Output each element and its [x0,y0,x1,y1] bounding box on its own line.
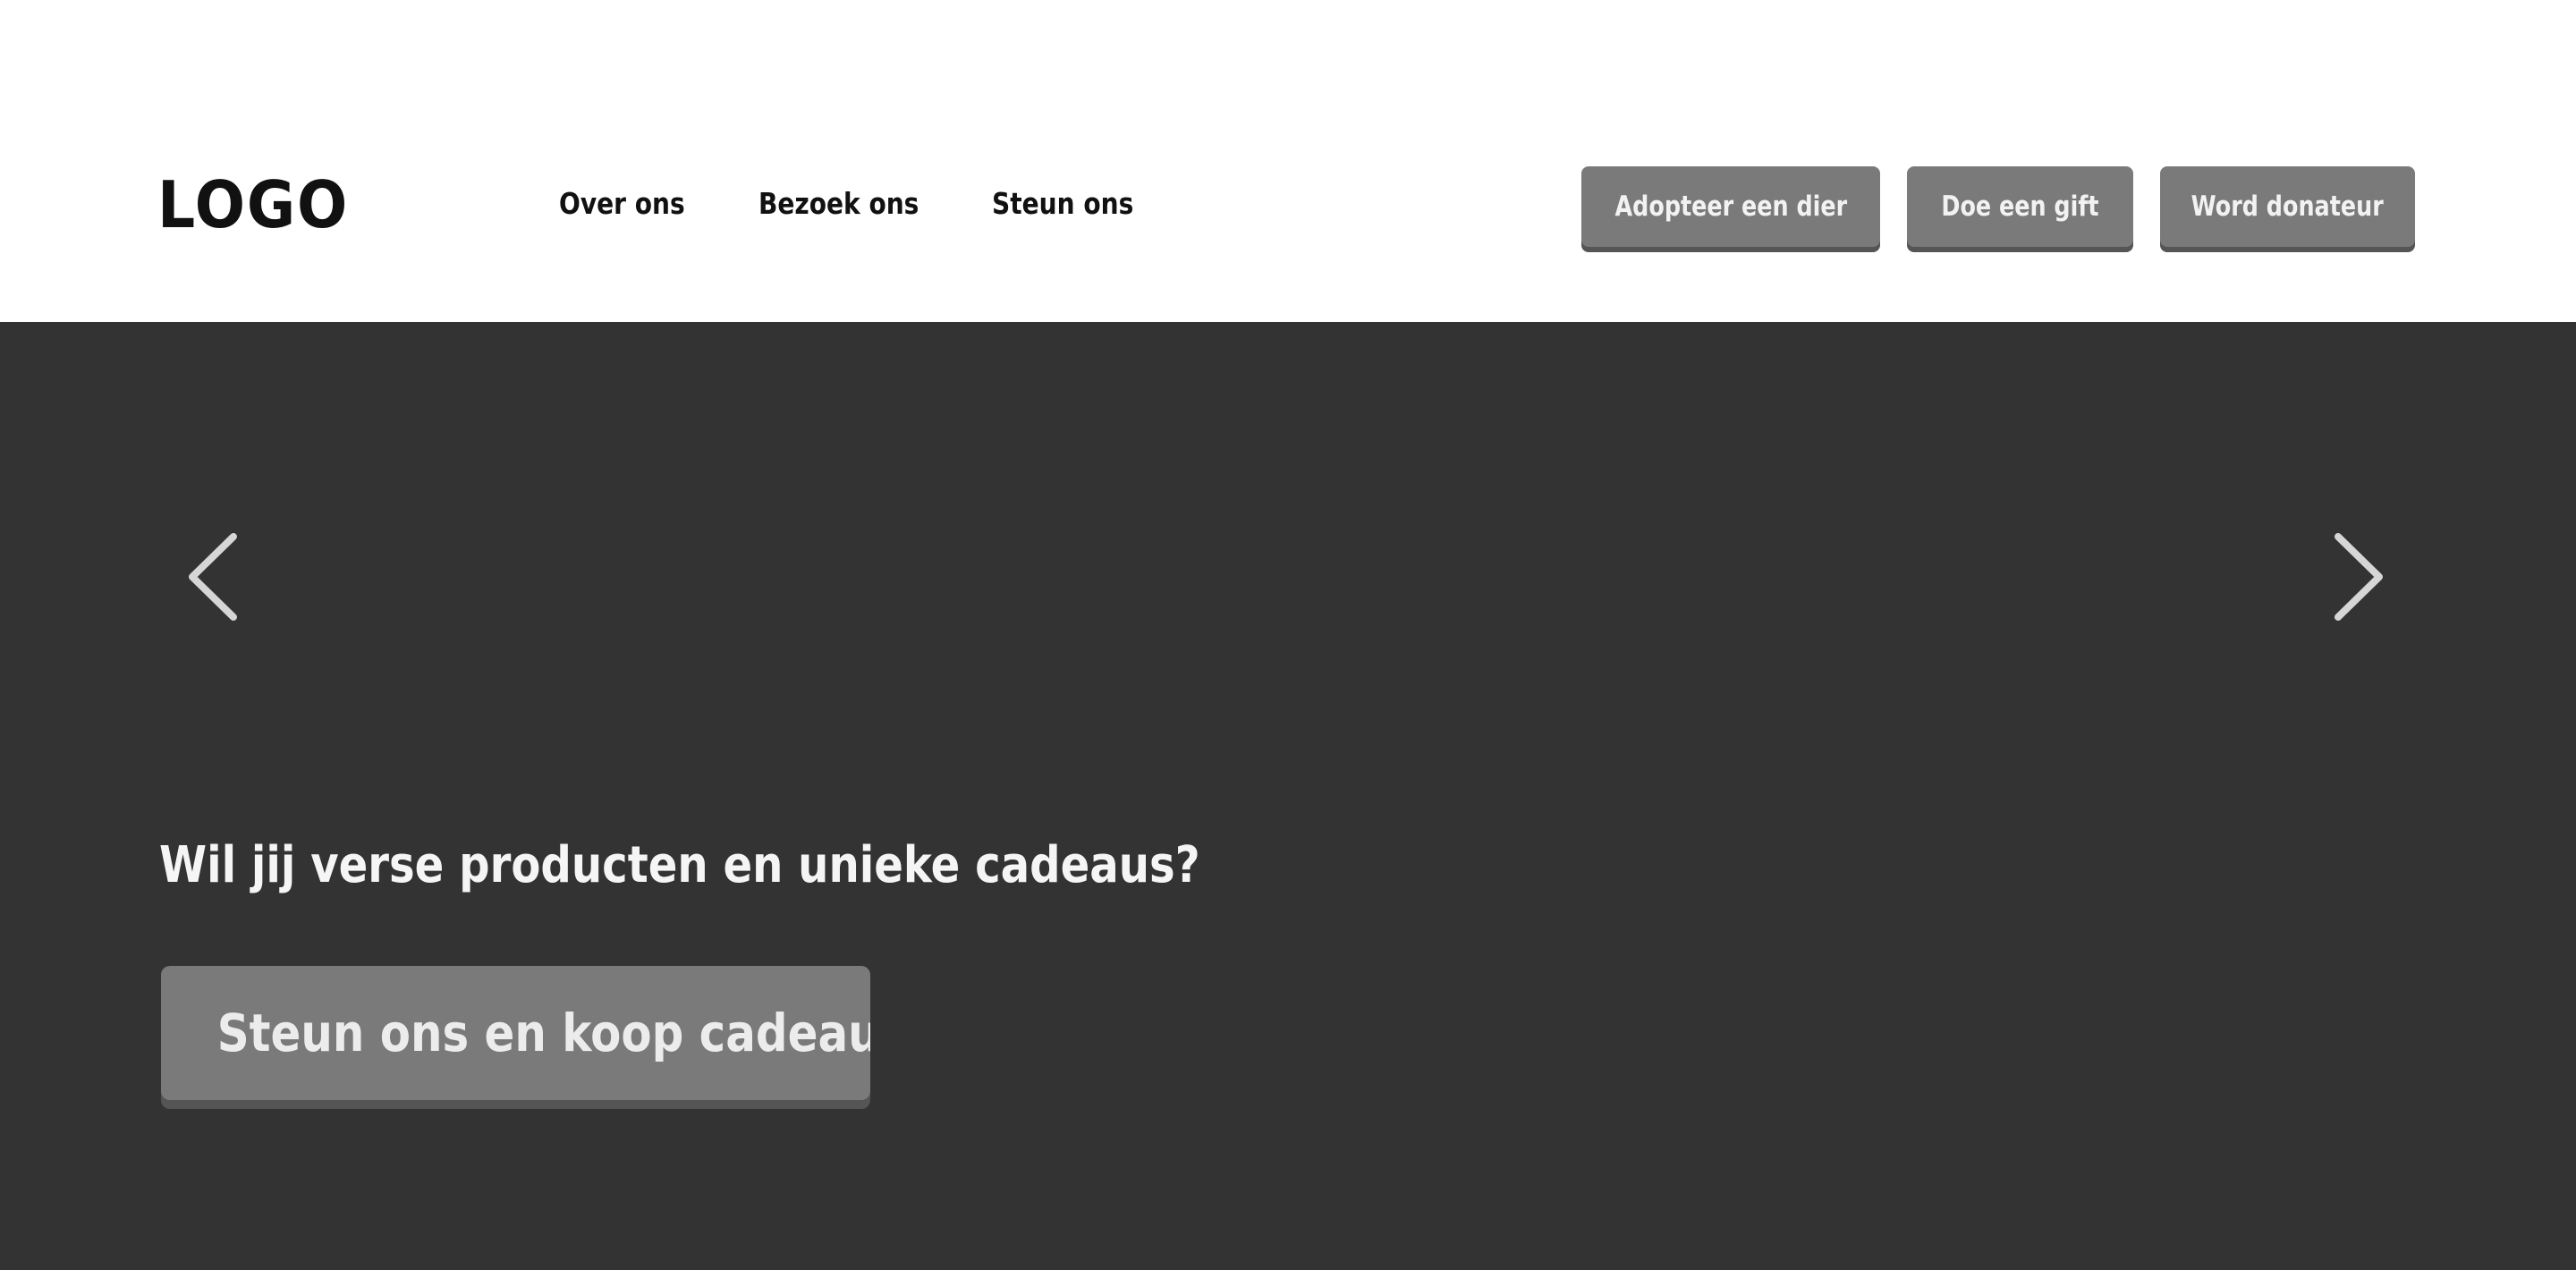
chevron-left-icon [189,533,237,621]
give-gift-button-label: Doe een gift [1941,190,2099,223]
logo[interactable]: LOGO [157,166,349,243]
nav-link-bezoek-ons[interactable]: Bezoek ons [758,182,919,225]
support-buy-gifts-button[interactable]: Steun ons en koop cadeaus [161,966,870,1100]
site-header: LOGO Over ons Bezoek ons Steun ons Adopt… [0,0,2576,322]
hero-carousel: Wil jij verse producten en unieke cadeau… [0,322,2576,1270]
adopt-animal-button-label: Adopteer een dier [1614,190,1847,223]
become-donor-button-label: Word donateur [2190,190,2385,223]
carousel-next-button[interactable] [2326,528,2397,626]
page: LOGO Over ons Bezoek ons Steun ons Adopt… [0,0,2576,1270]
chevron-right-icon [2334,533,2383,621]
nav-link-over-ons[interactable]: Over ons [559,182,685,225]
carousel-prev-button[interactable] [174,528,246,626]
support-buy-gifts-button-label: Steun ons en koop cadeaus [216,1003,870,1063]
hero-heading: Wil jij verse producten en unieke cadeau… [159,836,1200,894]
adopt-animal-button[interactable]: Adopteer een dier [1581,166,1880,247]
give-gift-button[interactable]: Doe een gift [1907,166,2133,247]
become-donor-button[interactable]: Word donateur [2160,166,2415,247]
nav-link-steun-ons[interactable]: Steun ons [992,182,1133,225]
